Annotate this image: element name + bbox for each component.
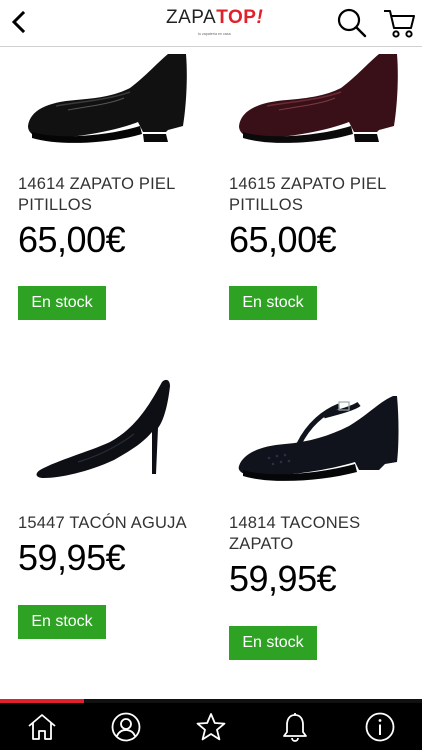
stock-badge[interactable]: En stock	[229, 626, 317, 660]
product-image-loafer[interactable]	[18, 48, 208, 158]
product-price: 65,00€	[229, 219, 337, 260]
product-title[interactable]: 14814 TACONES ZAPATO	[229, 513, 419, 555]
product-shoe-body	[28, 54, 187, 138]
logo-tagline: tu zapatería en casa	[198, 32, 231, 36]
stock-badge[interactable]: En stock	[18, 605, 106, 639]
product-shoe-body	[239, 54, 398, 138]
logo-exclamation: !	[256, 7, 264, 28]
product-grid: 14614 ZAPATO PIEL PITILLOS 65,00€ En sto…	[0, 48, 422, 698]
product-image-stiletto[interactable]	[18, 374, 208, 484]
back-chevron-icon[interactable]	[8, 10, 30, 34]
bottom-navigation	[0, 703, 422, 750]
product-price: 65,00€	[18, 219, 126, 260]
star-icon[interactable]	[195, 711, 227, 743]
product-title[interactable]: 14615 ZAPATO PIEL PITILLOS	[229, 174, 419, 216]
brand-logo[interactable]: ZAPATOP! tu zapatería en casa	[166, 7, 264, 40]
logo-text-zapa: ZAPA	[166, 7, 217, 28]
home-icon[interactable]	[26, 711, 58, 743]
product-shoe-body	[36, 379, 170, 478]
product-price: 59,95€	[18, 537, 126, 578]
user-icon[interactable]	[110, 711, 142, 743]
product-price: 59,95€	[229, 558, 337, 599]
stock-badge[interactable]: En stock	[229, 286, 317, 320]
product-image-tstrap[interactable]	[229, 374, 419, 484]
stock-badge[interactable]: En stock	[18, 286, 106, 320]
logo-text-top: TOP	[216, 7, 257, 28]
bell-icon[interactable]	[279, 711, 311, 743]
cart-icon[interactable]	[382, 7, 416, 39]
product-image-loafer[interactable]	[229, 48, 419, 158]
search-icon[interactable]	[336, 7, 368, 39]
app-header: ZAPATOP! tu zapatería en casa	[0, 0, 422, 47]
product-shoe-body	[238, 396, 399, 476]
product-title[interactable]: 15447 TACÓN AGUJA	[18, 513, 208, 534]
info-icon[interactable]	[364, 711, 396, 743]
product-title[interactable]: 14614 ZAPATO PIEL PITILLOS	[18, 174, 208, 216]
